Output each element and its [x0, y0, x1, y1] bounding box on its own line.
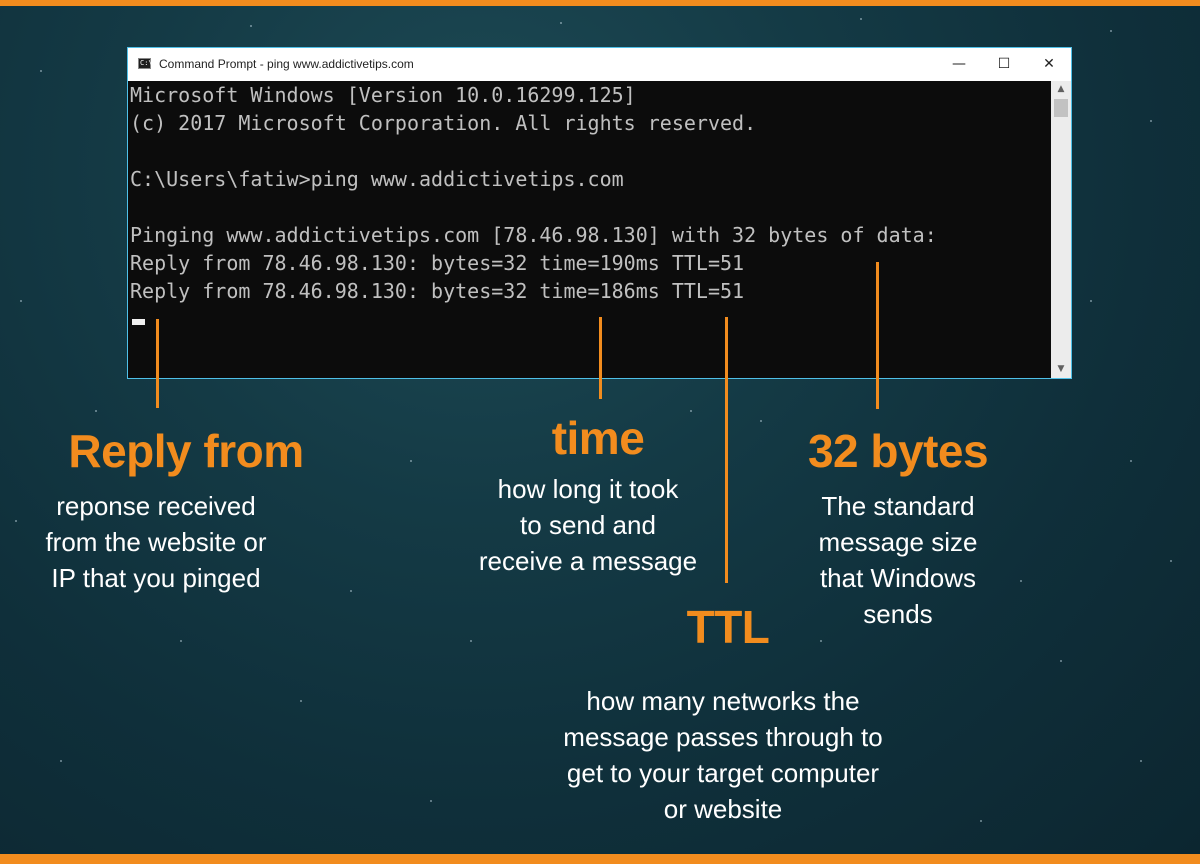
- bytes-title: 32 bytes: [807, 425, 989, 477]
- description-line: how long it took: [497, 474, 679, 504]
- time-title: time: [551, 412, 645, 464]
- bytes-pointer: [876, 262, 879, 409]
- description-line: from the website or: [45, 527, 267, 557]
- maximize-button[interactable]: ☐: [981, 48, 1027, 81]
- description-line: get to your target computer: [566, 758, 880, 788]
- command-prompt-icon: C:\: [138, 58, 153, 69]
- description-line: that Windows: [819, 563, 977, 593]
- reply-from-title: Reply from: [68, 425, 304, 477]
- description-line: reponse received: [56, 491, 256, 521]
- console-line: Reply from 78.46.98.130: bytes=32 time=1…: [130, 251, 745, 275]
- title-bar[interactable]: C:\ Command Prompt - ping www.addictivet…: [128, 48, 1071, 81]
- scroll-up-arrow-icon[interactable]: ▲: [1051, 81, 1071, 98]
- reply-from-pointer: [156, 319, 159, 408]
- console-line: C:\Users\fatiw>ping www.addictivetips.co…: [130, 167, 624, 191]
- time-description: how long it took to send and receive a m…: [438, 471, 738, 579]
- description-line: or website: [663, 794, 783, 824]
- top-accent-bar: [0, 0, 1200, 6]
- description-line: message passes through to: [563, 722, 883, 752]
- description-line: IP that you pinged: [51, 563, 261, 593]
- vertical-scrollbar[interactable]: ▲ ▼: [1051, 81, 1071, 378]
- console-line: Microsoft Windows [Version 10.0.16299.12…: [130, 83, 636, 107]
- text-cursor: [132, 319, 145, 325]
- time-pointer: [599, 317, 602, 399]
- description-line: receive a message: [478, 546, 698, 576]
- scroll-down-arrow-icon[interactable]: ▼: [1051, 361, 1071, 378]
- reply-from-description: reponse received from the website or IP …: [6, 488, 306, 596]
- ttl-description: how many networks the message passes thr…: [518, 683, 928, 827]
- bytes-description: The standard message size that Windows s…: [768, 488, 1028, 632]
- scrollbar-thumb[interactable]: [1054, 99, 1068, 117]
- window-title: Command Prompt - ping www.addictivetips.…: [159, 57, 414, 71]
- console-line: (c) 2017 Microsoft Corporation. All righ…: [130, 111, 757, 135]
- description-line: how many networks the: [586, 686, 860, 716]
- description-line: The standard: [821, 491, 975, 521]
- console-output[interactable]: Microsoft Windows [Version 10.0.16299.12…: [128, 81, 1051, 378]
- description-line: to send and: [520, 510, 656, 540]
- minimize-button[interactable]: —: [936, 48, 982, 81]
- console-line: Pinging www.addictivetips.com [78.46.98.…: [130, 223, 937, 247]
- bottom-accent-bar: [0, 854, 1200, 864]
- description-line: sends: [863, 599, 933, 629]
- console-line: Reply from 78.46.98.130: bytes=32 time=1…: [130, 279, 745, 303]
- close-button[interactable]: ✕: [1026, 48, 1072, 81]
- prompt-line[interactable]: [130, 305, 1051, 333]
- description-line: message size: [818, 527, 978, 557]
